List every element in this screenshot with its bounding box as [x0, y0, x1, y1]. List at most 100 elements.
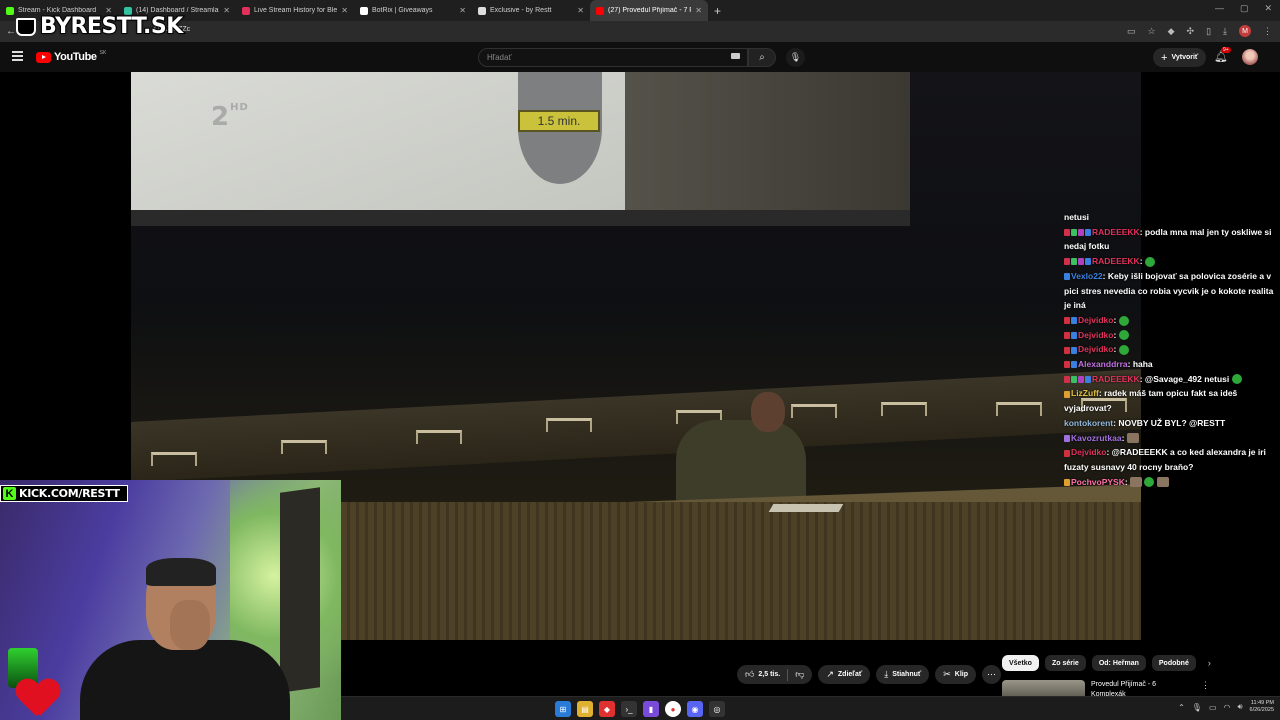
browser-menu-icon[interactable]: ⋮ — [1263, 26, 1272, 37]
chat-message: RADEEEKK: — [1064, 254, 1276, 269]
extension-icon[interactable]: ◆ — [1168, 26, 1175, 37]
create-button[interactable]: + Vytvoriť — [1153, 48, 1207, 67]
clip-button[interactable]: ✂ Klip — [935, 665, 977, 684]
close-tab-icon[interactable]: ✕ — [341, 6, 348, 15]
close-tab-icon[interactable]: ✕ — [577, 6, 584, 15]
tab-label: Stream - Kick Dashboard — [18, 7, 97, 14]
avatar[interactable] — [1242, 49, 1258, 65]
network-icon[interactable]: ▭ — [1209, 703, 1217, 712]
close-window-icon[interactable]: ✕ — [1264, 3, 1272, 14]
download-icon[interactable]: ⤓ — [1223, 26, 1227, 37]
badge-icon — [1085, 375, 1091, 383]
chair — [281, 440, 327, 454]
browser-tab[interactable]: Exclusive - by Restt ✕ — [472, 0, 590, 21]
brave-icon[interactable]: ◆ — [599, 701, 615, 717]
close-tab-icon[interactable]: ✕ — [695, 6, 702, 15]
profile-icon[interactable]: M — [1239, 25, 1251, 37]
start-icon[interactable]: ⊞ — [555, 701, 571, 717]
chat-badges — [1064, 449, 1070, 457]
chat-text: @Savage_492 netusi — [1144, 373, 1230, 384]
badge-icon — [1064, 361, 1070, 369]
tab-favicon-icon — [596, 6, 604, 15]
like-count[interactable]: 2,5 tis. — [758, 671, 780, 678]
voice-search-button[interactable]: 🎙︎ — [786, 48, 805, 67]
screen-side — [625, 72, 910, 210]
browser-tab[interactable]: BotRix | Giveaways ✕ — [354, 0, 472, 21]
chat-message: netusi — [1064, 210, 1276, 225]
chat-message: kontokorent: NOVBY UŽ BYL? @RESTT — [1064, 417, 1226, 428]
close-tab-icon[interactable]: ✕ — [459, 6, 466, 15]
person-figure — [676, 392, 816, 512]
mic-tray-icon[interactable]: 🎙︎ — [1192, 703, 1202, 712]
twitch-icon[interactable]: ▮ — [643, 701, 659, 717]
chat-message: Dejvidko: — [1064, 313, 1276, 328]
search-input[interactable]: Hľadať — [478, 48, 748, 67]
chat-badges — [1064, 346, 1077, 354]
maximize-icon[interactable]: ▢ — [1240, 3, 1249, 14]
notifications-button[interactable]: 🔔︎ 9+ — [1214, 47, 1231, 63]
webcam-overlay — [0, 480, 341, 720]
chat-message: Kavozrutkaa: — [1064, 431, 1276, 446]
close-tab-icon[interactable]: ✕ — [223, 6, 230, 15]
chrome-icon[interactable]: ● — [665, 701, 681, 717]
tray-chevron-icon[interactable]: ⌃ — [1178, 703, 1185, 712]
badge-icon — [1078, 375, 1084, 383]
download-button[interactable]: ⤓ Stiahnuť — [876, 665, 930, 684]
bookmark-star-icon[interactable]: ☆ — [1148, 26, 1156, 37]
back-desk — [131, 369, 1141, 482]
terminal-icon[interactable]: ›_ — [621, 701, 637, 717]
tab-label: Live Stream History for Blerp Si — [254, 7, 338, 14]
obs-icon[interactable]: ◎ — [709, 701, 725, 717]
filter-chip[interactable]: Všetko — [1002, 655, 1039, 671]
chat-badges — [1064, 375, 1091, 383]
back-icon[interactable]: ← — [6, 26, 16, 37]
filter-chip[interactable]: Od: Heřman — [1091, 655, 1146, 671]
browser-tab[interactable]: (27) Provedul Přijímač - 7 P ✕ — [590, 0, 708, 21]
keyboard-icon[interactable] — [731, 53, 740, 59]
cast-icon[interactable]: ▭ — [1127, 26, 1136, 37]
more-actions-button[interactable]: ⋯ — [982, 665, 1002, 684]
chat-message: Dejvidko: — [1064, 342, 1276, 357]
chat-message: RADEEEKK: podla mna mal jen ty oskliwe s… — [1064, 226, 1272, 252]
wall — [131, 210, 910, 226]
search-button[interactable]: ⌕ — [748, 48, 776, 67]
chat-message: Dejvidko: @RADEEEKK a co ked alexandra j… — [1064, 447, 1266, 472]
tab-label: (27) Provedul Přijímač - 7 P — [608, 7, 692, 14]
minimize-icon[interactable]: — — [1215, 3, 1224, 14]
chevron-right-icon[interactable]: › — [1208, 658, 1211, 668]
chat-badges — [1064, 434, 1070, 442]
chat-username: RADEEEKK — [1092, 226, 1140, 237]
menu-icon[interactable] — [12, 51, 23, 61]
search-icon: ⌕ — [759, 52, 765, 63]
file-explorer-icon[interactable]: ▤ — [577, 701, 593, 717]
chat-username: RADEEEKK — [1092, 256, 1140, 267]
browser-tab[interactable]: Live Stream History for Blerp Si ✕ — [236, 0, 354, 21]
discord-icon[interactable]: ◉ — [687, 701, 703, 717]
video-actions: 👍︎ 2,5 tis. 👎︎ ↗ Zdieľať ⤓ Stiahnuť ✂ Kl… — [737, 665, 1002, 684]
new-tab-icon[interactable]: + — [714, 4, 721, 18]
chat-username: Dejvidko — [1078, 314, 1114, 325]
chat-username: PochvoPYSK — [1071, 476, 1125, 487]
thumbs-up-icon[interactable]: 👍︎ — [745, 669, 754, 680]
download-arrow-icon: ⤓ — [884, 669, 889, 679]
volume-icon[interactable]: 🔊︎ — [1237, 702, 1242, 712]
mic-icon: 🎙︎ — [789, 52, 802, 62]
badge-icon — [1078, 258, 1084, 266]
filter-chip[interactable]: Podobné — [1151, 655, 1196, 671]
sidebar-icon[interactable]: ▯ — [1206, 26, 1211, 37]
thumbs-down-icon[interactable]: 👎︎ — [795, 669, 804, 680]
chat-badges — [1064, 317, 1077, 325]
chat-badges — [1064, 273, 1070, 281]
chat-username: RADEEEKK — [1092, 373, 1140, 384]
filter-chip[interactable]: Zo série — [1044, 655, 1086, 671]
youtube-logo[interactable]: YouTube SK — [36, 50, 106, 63]
emote-icon — [1144, 477, 1155, 488]
wifi-icon[interactable]: ◠ — [1224, 703, 1231, 712]
puzzle-icon[interactable]: ✣ — [1187, 26, 1195, 37]
share-button[interactable]: ↗ Zdieľať — [818, 665, 871, 684]
system-clock[interactable]: 11:49 PM 6/26/2025 — [1250, 700, 1274, 714]
badge-icon — [1064, 317, 1070, 325]
emote-icon — [1118, 330, 1129, 341]
stream-overlay-logo: BYRESTT.SK — [16, 13, 184, 40]
chat-text: NOVBY UŽ BYL? @RESTT — [1118, 417, 1226, 428]
